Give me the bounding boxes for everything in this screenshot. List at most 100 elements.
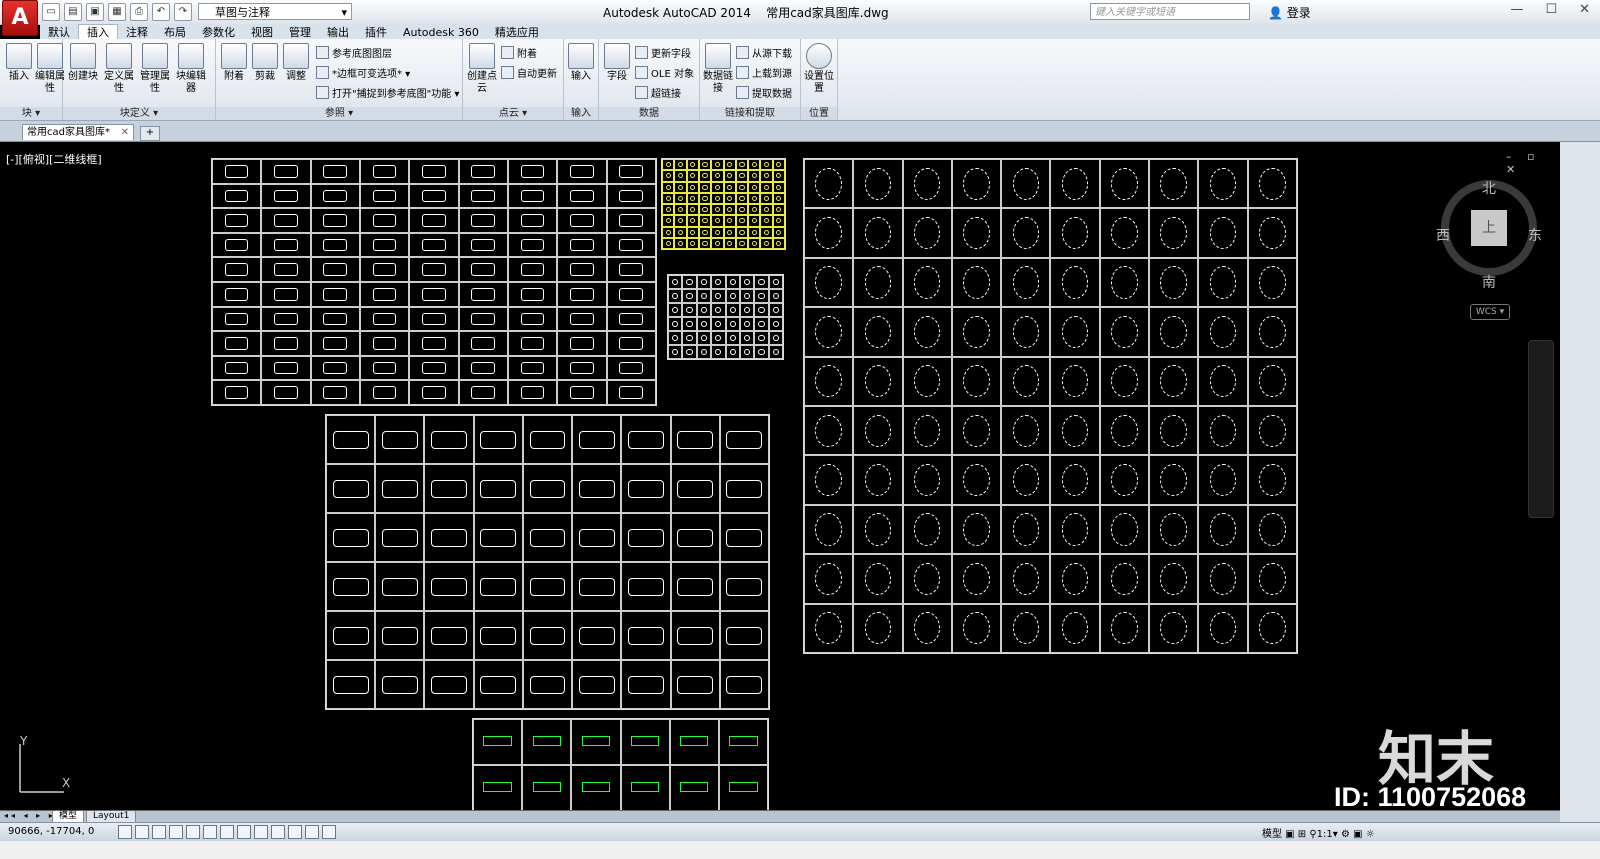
hyperlink-button[interactable]: 超链接	[635, 85, 681, 100]
people-block-cell-symbol	[700, 278, 708, 286]
grid-toggle-icon[interactable]	[135, 825, 149, 839]
tab-output[interactable]: 输出	[319, 25, 357, 40]
yellow-block-cell	[748, 204, 761, 216]
plant-block-cell	[902, 455, 952, 505]
snap-toggle-icon[interactable]	[118, 825, 132, 839]
auto-update-button[interactable]: 自动更新	[501, 65, 557, 80]
furniture-block-cell-symbol	[570, 164, 594, 178]
close-icon[interactable]: ✕	[121, 125, 129, 141]
tab-manage[interactable]: 管理	[281, 25, 319, 40]
compass-west[interactable]: 西	[1436, 225, 1450, 245]
import-button[interactable]: 输入	[565, 43, 597, 83]
otrack-toggle-icon[interactable]	[220, 825, 234, 839]
document-tab[interactable]: 常用cad家具图库* ✕	[22, 124, 134, 140]
compass-south[interactable]: 南	[1482, 272, 1496, 292]
compass-east[interactable]: 东	[1528, 225, 1542, 245]
update-fields-button[interactable]: 更新字段	[635, 45, 691, 60]
point-cloud-attach-button[interactable]: 附着	[501, 45, 537, 60]
compass-north[interactable]: 北	[1482, 178, 1496, 198]
osnap-toggle-icon[interactable]	[186, 825, 200, 839]
lineweight-toggle-icon[interactable]	[271, 825, 285, 839]
plant-block-cell	[1099, 603, 1150, 653]
ucs-y-label: Y	[20, 734, 28, 748]
print-icon[interactable]: ⎙	[130, 3, 148, 21]
underlay-layers-button[interactable]: 参考底图图层	[316, 45, 392, 60]
ucs-toggle-icon[interactable]	[237, 825, 251, 839]
frame-options-dropdown[interactable]: *边框可变选项* ▾	[316, 65, 410, 80]
set-location-button[interactable]: 设置位置	[803, 43, 835, 95]
drawing-viewport[interactable]: [-][俯视][二维线框] – ▫ ✕ 上 北 南 东 西 WCS ▾ Y X …	[0, 142, 1560, 810]
furniture-block-cell	[409, 355, 459, 381]
login-button[interactable]: 👤 登录	[1268, 4, 1311, 21]
polar-toggle-icon[interactable]	[169, 825, 183, 839]
furniture-block-cell-symbol	[224, 238, 249, 252]
adjust-button[interactable]: 调整	[280, 43, 312, 83]
plant-block-cell-symbol	[1061, 463, 1089, 497]
tab-autodesk-360[interactable]: Autodesk 360	[395, 25, 487, 40]
maximize-button[interactable]: ☐	[1545, 2, 1557, 17]
clip-button[interactable]: 剪裁	[249, 43, 281, 83]
extract-data-button[interactable]: 提取数据	[736, 85, 792, 100]
tab-featured-apps[interactable]: 精选应用	[487, 25, 547, 40]
status-right-tools[interactable]: 模型 ▣ ⊞ ⚲1:1▾ ⚙ ▣ ☼	[1262, 825, 1375, 840]
point-cloud-icon	[469, 43, 495, 69]
create-block-button[interactable]: 创建块	[67, 43, 99, 83]
upload-to-source-button[interactable]: 上载到源	[736, 65, 792, 80]
workspace-select[interactable]: 草图与注释 ▾	[198, 3, 352, 20]
minimize-button[interactable]: —	[1510, 2, 1523, 17]
panel-title[interactable]: 点云 ▾	[463, 107, 563, 120]
ole-object-button[interactable]: OLE 对象	[635, 65, 694, 80]
field-button[interactable]: 字段	[601, 43, 633, 83]
3d-osnap-toggle-icon[interactable]	[203, 825, 217, 839]
close-button[interactable]: ✕	[1579, 2, 1590, 17]
update-icon	[635, 46, 648, 59]
tab-default[interactable]: 默认	[40, 25, 78, 40]
tab-plugins[interactable]: 插件	[357, 25, 395, 40]
save-icon[interactable]: ▣	[86, 3, 104, 21]
data-link-button[interactable]: 数据链接	[702, 43, 734, 95]
redo-icon[interactable]: ↷	[174, 3, 192, 21]
insert-button[interactable]: 插入	[3, 43, 35, 83]
open-icon[interactable]: ▤	[64, 3, 82, 21]
create-point-cloud-button[interactable]: 创建点云	[466, 43, 498, 95]
define-attributes-button[interactable]: 定义属性	[103, 43, 135, 95]
navigation-bar[interactable]	[1528, 340, 1554, 518]
panel-title[interactable]: 块 ▾	[0, 107, 62, 120]
transparency-toggle-icon[interactable]	[288, 825, 302, 839]
quick-properties-toggle-icon[interactable]	[305, 825, 319, 839]
yellow-block-cell	[674, 192, 687, 204]
tab-insert[interactable]: 插入	[78, 24, 118, 40]
yellow-block-cell-symbol	[690, 207, 696, 213]
application-menu-button[interactable]: A	[2, 0, 38, 36]
panel-title[interactable]: 参照 ▾	[216, 107, 462, 120]
save-as-icon[interactable]: ▦	[108, 3, 126, 21]
plant-block-cell-symbol	[815, 414, 842, 447]
vehicle-block-cell-symbol	[431, 431, 467, 449]
block-editor-button[interactable]: 块编辑器	[175, 43, 207, 95]
tab-annotate[interactable]: 注释	[118, 25, 156, 40]
undo-icon[interactable]: ↶	[152, 3, 170, 21]
ortho-toggle-icon[interactable]	[152, 825, 166, 839]
help-search-input[interactable]: 键入关键字或短语	[1090, 3, 1250, 20]
new-icon[interactable]: ▭	[42, 3, 60, 21]
furniture-block-cell	[261, 232, 311, 258]
viewport-controls-label[interactable]: [-][俯视][二维线框]	[6, 151, 102, 167]
new-tab-button[interactable]: +	[140, 126, 160, 141]
edit-attributes-button[interactable]: 编辑属性	[34, 43, 66, 95]
tab-parametric[interactable]: 参数化	[194, 25, 243, 40]
viewcube-top-face[interactable]: 上	[1471, 210, 1507, 246]
plant-block-cell	[951, 504, 1002, 555]
panel-title[interactable]: 块定义 ▾	[63, 107, 215, 120]
selection-cycling-toggle-icon[interactable]	[322, 825, 336, 839]
plant-block-cell-symbol	[913, 266, 941, 299]
tab-layout[interactable]: 布局	[156, 25, 194, 40]
download-from-source-button[interactable]: 从源下载	[736, 45, 792, 60]
manage-attributes-button[interactable]: 管理属性	[139, 43, 171, 95]
tab-view[interactable]: 视图	[243, 25, 281, 40]
globe-icon	[806, 43, 832, 69]
viewport-window-controls[interactable]: – ▫ ✕	[1506, 150, 1560, 176]
snap-underlay-dropdown[interactable]: 打开"捕捉到参考底图"功能 ▾	[316, 85, 459, 100]
attach-button[interactable]: 附着	[218, 43, 250, 83]
wcs-menu[interactable]: WCS ▾	[1470, 304, 1510, 320]
dyn-input-toggle-icon[interactable]	[254, 825, 268, 839]
